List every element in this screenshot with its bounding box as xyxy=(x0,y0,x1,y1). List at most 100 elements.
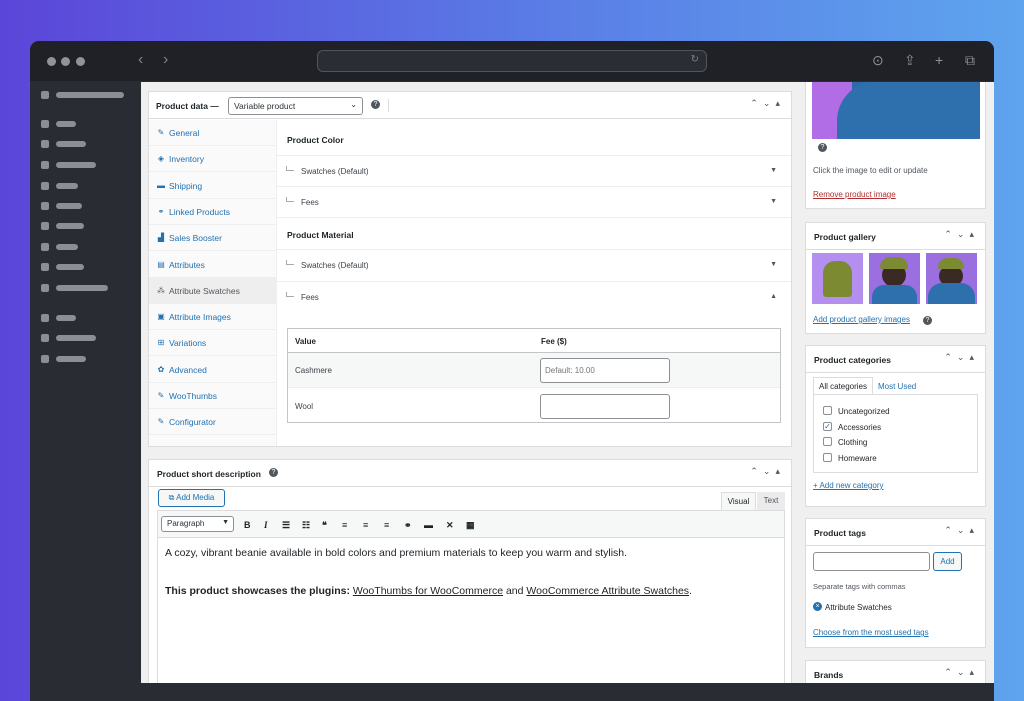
tab-variations[interactable]: ⊞ Variations xyxy=(149,330,277,357)
remove-image-link[interactable]: Remove product image xyxy=(813,190,896,199)
box-controls[interactable]: ⌃⌄▴ xyxy=(944,352,979,363)
tab-most-used[interactable]: Most Used xyxy=(878,382,916,391)
menu-label-placeholder xyxy=(56,121,76,127)
bold-icon[interactable]: B xyxy=(244,520,251,530)
accordion-fees[interactable]: Fees ▼ xyxy=(277,186,791,217)
category-checkbox[interactable] xyxy=(823,406,832,415)
category-label: Homeware xyxy=(838,453,877,463)
accordion-swatches[interactable]: Swatches (Default) ▼ xyxy=(277,249,791,280)
category-checkbox[interactable] xyxy=(823,437,832,446)
category-label: Uncategorized xyxy=(838,407,890,416)
tab-inventory[interactable]: ◈ Inventory xyxy=(149,146,277,173)
tab-text[interactable]: Text xyxy=(757,492,785,510)
box-controls[interactable]: ⌃⌄▴ xyxy=(750,98,785,109)
menu-label-placeholder xyxy=(56,162,96,168)
product-data-title: Product data — xyxy=(156,101,219,111)
beanie-shape xyxy=(938,258,964,269)
product-categories-box: Product categories ⌃⌄▴ All categories Mo… xyxy=(805,345,986,507)
choose-tags-link[interactable]: Choose from the most used tags xyxy=(813,628,929,637)
read-more-icon[interactable]: ▬ xyxy=(424,520,433,530)
format-select[interactable]: Paragraph ▼ xyxy=(161,516,234,532)
link-icon[interactable]: ⚭ xyxy=(404,520,412,531)
tab-attribute-images[interactable]: ▣ Attribute Images xyxy=(149,304,277,331)
tab-attributes[interactable]: ▤ Attributes xyxy=(149,252,277,278)
tab-woothumbs[interactable]: ✎ WooThumbs xyxy=(149,383,277,409)
tab-label: Advanced xyxy=(169,364,207,375)
editor-content: Product data — Variable product ⌄ ? ⌃⌄▴ … xyxy=(141,82,994,683)
woothumbs-link[interactable]: WooThumbs for WooCommerce xyxy=(353,585,503,597)
add-tag-button[interactable]: Add xyxy=(933,552,962,571)
new-tab-icon[interactable]: + xyxy=(935,52,943,68)
tabs-overview-icon[interactable]: ⧉ xyxy=(965,52,975,68)
window-close-dot[interactable] xyxy=(47,57,56,66)
add-category-link[interactable]: + Add new category xyxy=(813,481,884,490)
editor-body[interactable]: A cozy, vibrant beanie available in bold… xyxy=(157,538,785,683)
category-label: Accessories xyxy=(838,422,882,432)
category-checkbox[interactable] xyxy=(823,452,832,462)
caret-down-icon[interactable]: ▼ xyxy=(770,261,777,268)
caret-up-icon[interactable]: ▲ xyxy=(770,293,777,300)
add-gallery-link[interactable]: Add product gallery images xyxy=(813,315,910,324)
tab-shipping[interactable]: ▬ Shipping xyxy=(149,173,277,199)
align-right-icon[interactable]: ≡ xyxy=(384,520,389,530)
tab-configurator[interactable]: ✎ Configurator xyxy=(149,409,277,436)
product-type-select[interactable]: Variable product ⌄ xyxy=(228,97,363,115)
reload-icon[interactable]: ↻ xyxy=(691,54,699,65)
fullscreen-icon[interactable]: ✕ xyxy=(446,520,454,531)
tab-label: Sales Booster xyxy=(169,233,222,244)
help-icon[interactable]: ? xyxy=(818,143,827,152)
tab-all-categories[interactable]: All categories xyxy=(813,377,873,394)
tab-attribute-swatches[interactable]: ⁂ Attribute Swatches xyxy=(149,277,277,304)
align-center-icon[interactable]: ≡ xyxy=(363,520,368,530)
tab-sales-booster[interactable]: ▟ Sales Booster xyxy=(149,225,277,252)
swatches-link[interactable]: WooCommerce Attribute Swatches xyxy=(526,585,689,597)
brands-header: Brands ⌃⌄▴ xyxy=(806,661,985,683)
tab-linked-products[interactable]: ⚭ Linked Products xyxy=(149,199,277,225)
accordion-fees[interactable]: Fees ▲ xyxy=(277,281,791,313)
window-zoom-dot[interactable] xyxy=(76,57,85,66)
add-media-button[interactable]: ⧉ Add Media xyxy=(158,489,225,507)
download-icon[interactable]: ⊙ xyxy=(872,52,884,68)
italic-icon[interactable]: I xyxy=(264,520,268,530)
forward-icon[interactable]: › xyxy=(163,51,168,69)
media-icon: ⧉ xyxy=(168,493,177,502)
bullet-list-icon[interactable]: ☰ xyxy=(282,520,290,531)
tab-icon: ✎ xyxy=(157,417,165,427)
help-icon[interactable]: ? xyxy=(923,316,932,325)
fee-input[interactable] xyxy=(540,394,670,419)
address-bar[interactable]: ↻ xyxy=(317,50,707,72)
category-checkbox[interactable]: ✓ xyxy=(823,421,832,431)
categories-title: Product categories xyxy=(814,355,891,365)
share-icon[interactable]: ⇪ xyxy=(904,52,916,68)
tag-input[interactable] xyxy=(813,552,930,571)
remove-tag-icon[interactable]: × xyxy=(813,602,822,611)
product-image[interactable] xyxy=(812,82,980,139)
tree-line xyxy=(286,260,294,265)
caret-down-icon[interactable]: ▼ xyxy=(770,198,777,205)
align-left-icon[interactable]: ≡ xyxy=(342,520,347,530)
back-icon[interactable]: ‹ xyxy=(138,51,143,69)
caret-down-icon[interactable]: ▼ xyxy=(770,167,777,174)
menu-icon xyxy=(41,182,49,190)
menu-label-placeholder xyxy=(56,203,82,209)
box-controls[interactable]: ⌃⌄▴ xyxy=(944,229,979,240)
tab-visual[interactable]: Visual xyxy=(721,492,756,510)
gallery-thumb[interactable] xyxy=(869,253,920,304)
menu-icon xyxy=(41,222,49,230)
fee-input[interactable] xyxy=(540,358,670,383)
box-controls[interactable]: ⌃⌄▴ xyxy=(750,466,785,477)
help-icon[interactable]: ? xyxy=(371,100,380,109)
gallery-thumb[interactable] xyxy=(926,253,977,304)
numbered-list-icon[interactable]: ☷ xyxy=(302,520,310,531)
window-minimize-dot[interactable] xyxy=(61,57,70,66)
tab-general[interactable]: ✎ General xyxy=(149,120,277,146)
box-controls[interactable]: ⌃⌄▴ xyxy=(944,525,979,536)
accordion-swatches[interactable]: Swatches (Default) ▼ xyxy=(277,155,791,186)
toolbar-toggle-icon[interactable]: ▦ xyxy=(466,520,475,531)
gallery-thumb[interactable] xyxy=(812,253,863,304)
tab-advanced[interactable]: ✿ Advanced xyxy=(149,357,277,383)
blockquote-icon[interactable]: ❝ xyxy=(322,520,327,531)
box-controls[interactable]: ⌃⌄▴ xyxy=(944,667,979,678)
menu-icon xyxy=(41,243,49,251)
help-icon[interactable]: ? xyxy=(269,468,278,477)
